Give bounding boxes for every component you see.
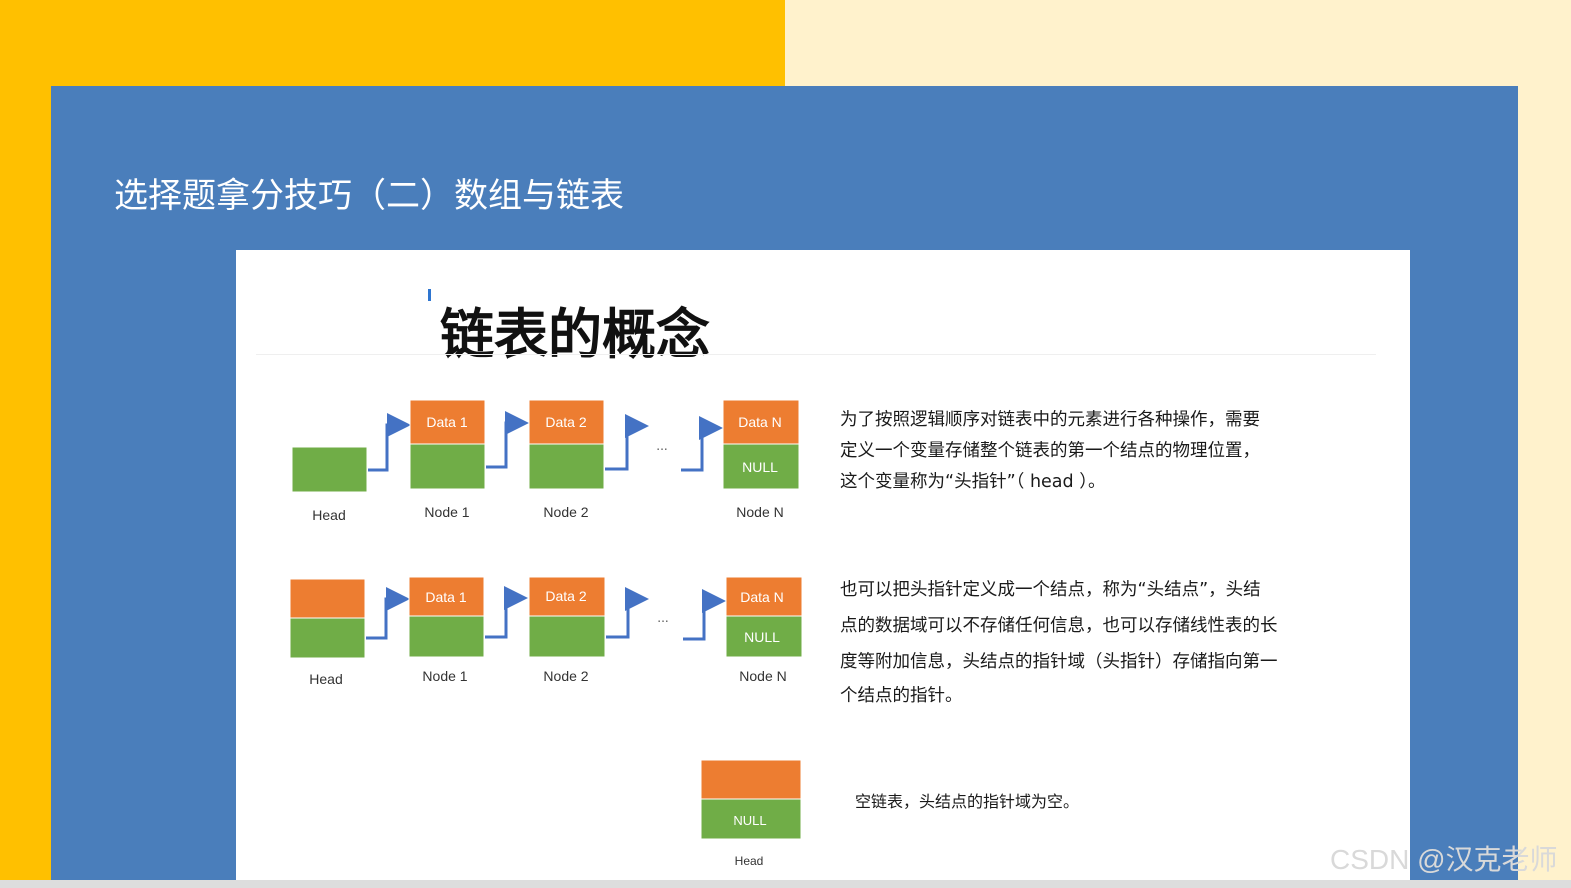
row1-nodeN-label: Node N: [736, 504, 783, 520]
row1-arrow-1: [486, 411, 529, 469]
row1-arrow-2: [605, 414, 649, 471]
row2-node1-label: Node 1: [422, 668, 467, 684]
row2-node1-data-text: Data 1: [425, 589, 466, 605]
row1-node2-next: [528, 443, 605, 490]
paragraph-empty-list: 空链表，头结点的指针域为空。: [855, 784, 1079, 819]
row2-arrow-1: [485, 586, 528, 639]
row2-ellipsis: ...: [657, 611, 668, 625]
row2-arrow-2: [606, 587, 649, 639]
row2-nodeN-data-text: Data N: [740, 589, 784, 605]
text-line: 为了按照逻辑顺序对链表中的元素进行各种操作，需要: [840, 410, 1260, 430]
row1-nodeN-data-text: Data N: [738, 414, 782, 430]
row3-head-data: [700, 759, 802, 800]
row2-nodeN-label: Node N: [739, 668, 786, 684]
row3-null-text: NULL: [733, 813, 766, 828]
text-line: 个结点的指针。: [840, 686, 963, 706]
row1-node1-data-text: Data 1: [426, 414, 467, 430]
row2-node2-next: [528, 615, 606, 658]
text-line: 这个变量称为“头指针”（ head ）。: [840, 472, 1106, 492]
row1-head-box: [291, 446, 368, 493]
row1-head-label: Head: [312, 507, 345, 523]
row2-node1-next: [408, 615, 485, 658]
paragraph-head-pointer: 为了按照逻辑顺序对链表中的元素进行各种操作，需要 定义一个变量存储整个链表的第一…: [840, 403, 1260, 500]
row2-node2-label: Node 2: [543, 668, 588, 684]
row1-arrow-3: [681, 416, 723, 472]
watermark: CSDN @汉克老师: [1330, 844, 1558, 875]
row2-head-label: Head: [309, 671, 342, 687]
row2-nodeN-null-text: NULL: [744, 629, 780, 645]
row1-node1-label: Node 1: [424, 504, 469, 520]
row2-node2-data-text: Data 2: [545, 588, 586, 604]
row1-node2-label: Node 2: [543, 504, 588, 520]
paragraph-head-node: 也可以把头指针定义成一个结点，称为“头结点”，头结 点的数据域可以不存储任何信息…: [840, 573, 1278, 714]
row2-head-data: [289, 578, 366, 619]
row1-node1-next: [409, 443, 486, 490]
linked-list-diagram: Head Data 1 Node 1 Data 2 Node 2 ... Dat…: [289, 399, 803, 868]
text-line: 点的数据域可以不存储任何信息，也可以存储线性表的长: [840, 616, 1278, 636]
row2-arrow-head: [366, 587, 410, 640]
bottom-strip: [0, 880, 1571, 888]
row1-ellipsis: ...: [656, 439, 667, 453]
row1-node2-data-text: Data 2: [545, 414, 586, 430]
row2-head-next: [289, 617, 366, 659]
text-line: 定义一个变量存储整个链表的第一个结点的物理位置，: [840, 441, 1260, 461]
row1-nodeN-null-text: NULL: [742, 459, 778, 475]
row3-head-label: Head: [735, 854, 764, 868]
text-line: 也可以把头指针定义成一个结点，称为“头结点”，头结: [840, 580, 1261, 600]
text-line: 空链表，头结点的指针域为空。: [855, 792, 1080, 811]
row2-arrow-3: [683, 589, 726, 641]
text-line: 度等附加信息，头结点的指针域（头指针）存储指向第一: [840, 652, 1278, 672]
row1-arrow-head: [368, 413, 411, 472]
